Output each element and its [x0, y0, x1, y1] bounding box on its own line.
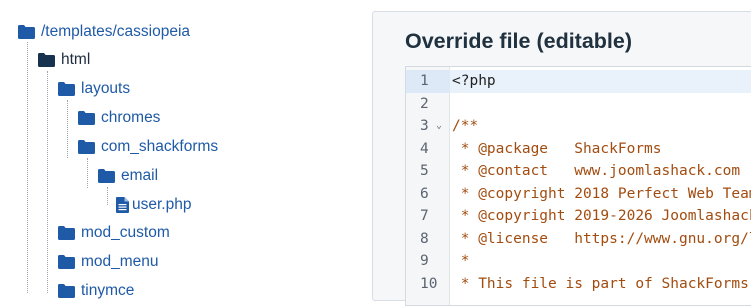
tree-item-label: mod_custom: [81, 224, 170, 241]
file-tree: /templates/cassiopeia html layouts chrom…: [0, 0, 372, 299]
folder-icon: [58, 284, 75, 298]
tree-item-mod-custom[interactable]: mod_custom: [58, 222, 170, 244]
tree-guide: [107, 187, 108, 205]
code-text: <?php: [452, 73, 496, 89]
tree-item-email[interactable]: email: [98, 165, 158, 187]
tree-item-html[interactable]: html: [38, 49, 90, 71]
tree-item-label: com_shackforms: [101, 138, 219, 155]
code-line[interactable]: 10 * This file is part of ShackForms: [406, 273, 751, 296]
line-number: 1: [406, 70, 450, 93]
tree-item-label: html: [61, 51, 91, 68]
tree-item-mod-menu[interactable]: mod_menu: [58, 251, 159, 273]
folder-icon: [98, 169, 115, 183]
folder-icon: [58, 226, 75, 240]
line-number: 9: [420, 253, 429, 269]
line-number: 5: [420, 163, 429, 179]
code-line[interactable]: 8 * @license https://www.gnu.org/license…: [406, 228, 751, 251]
file-code-icon: [116, 197, 129, 213]
tree-guide: [87, 158, 88, 188]
code-line[interactable]: 6 * @copyright 2018 Perfect Web Team: [406, 183, 751, 206]
tree-item-label: chromes: [101, 109, 161, 126]
override-panel: Override file (editable) 1 <?php 2 3 ⌄ /…: [372, 11, 751, 306]
tree-item-tinymce[interactable]: tinymce: [58, 280, 134, 302]
tree-guide: [67, 100, 68, 158]
tree-guide: [47, 71, 48, 293]
line-number: 7: [420, 208, 429, 224]
folder-icon: [18, 25, 35, 39]
tree-root-label: /templates/cassiopeia: [41, 23, 191, 40]
panel-title: Override file (editable): [405, 29, 633, 53]
line-number: 3: [420, 118, 429, 134]
folder-open-icon: [38, 53, 55, 67]
code-line[interactable]: 1 <?php: [406, 70, 751, 93]
tree-item-user-php[interactable]: user.php: [116, 194, 191, 216]
folder-icon: [58, 82, 75, 96]
tree-item-label: tinymce: [81, 282, 135, 299]
fold-chevron-icon[interactable]: ⌄: [436, 115, 442, 138]
tree-item-label: user.php: [132, 196, 192, 213]
code-line[interactable]: 3 ⌄ /**: [406, 115, 751, 138]
folder-icon: [78, 111, 95, 125]
line-number: 4: [420, 140, 429, 157]
code-line[interactable]: 4 * @package ShackForms: [406, 138, 751, 161]
line-number: 2: [420, 95, 429, 112]
code-line[interactable]: 5 * @contact www.joomlashack.com: [406, 160, 751, 183]
tree-guide: [27, 42, 28, 293]
tree-item-layouts[interactable]: layouts: [58, 78, 130, 100]
code-line[interactable]: 2: [406, 93, 751, 116]
tree-item-chromes[interactable]: chromes: [78, 107, 160, 129]
tree-item-label: mod_menu: [81, 253, 159, 270]
code-text: *: [452, 253, 470, 269]
tree-item-com-shackforms[interactable]: com_shackforms: [78, 136, 218, 158]
code-text: /**: [452, 118, 479, 134]
code-text: * @license https://www.gnu.org/licenses: [460, 230, 751, 247]
code-text: * @contact www.joomlashack.com: [452, 163, 741, 179]
code-text: * This file is part of ShackForms: [452, 275, 749, 292]
folder-icon: [58, 255, 75, 269]
code-line[interactable]: 9 *: [406, 250, 751, 273]
tree-item-label: email: [121, 167, 159, 184]
code-text: * @copyright 2019-2026 Joomlashack.com: [460, 208, 751, 224]
code-text: * @package ShackForms: [452, 140, 662, 157]
folder-icon: [78, 140, 95, 154]
code-text: * @copyright 2018 Perfect Web Team: [452, 185, 751, 202]
tree-item-label: layouts: [81, 80, 131, 97]
line-number: 8: [420, 230, 429, 247]
tree-root-folder[interactable]: /templates/cassiopeia: [18, 21, 190, 43]
line-number: 6: [420, 185, 429, 202]
code-line[interactable]: 7 * @copyright 2019-2026 Joomlashack.com: [406, 205, 751, 228]
line-number: 10: [420, 275, 438, 292]
code-editor[interactable]: 1 <?php 2 3 ⌄ /** 4 * @package ShackForm…: [405, 66, 751, 306]
